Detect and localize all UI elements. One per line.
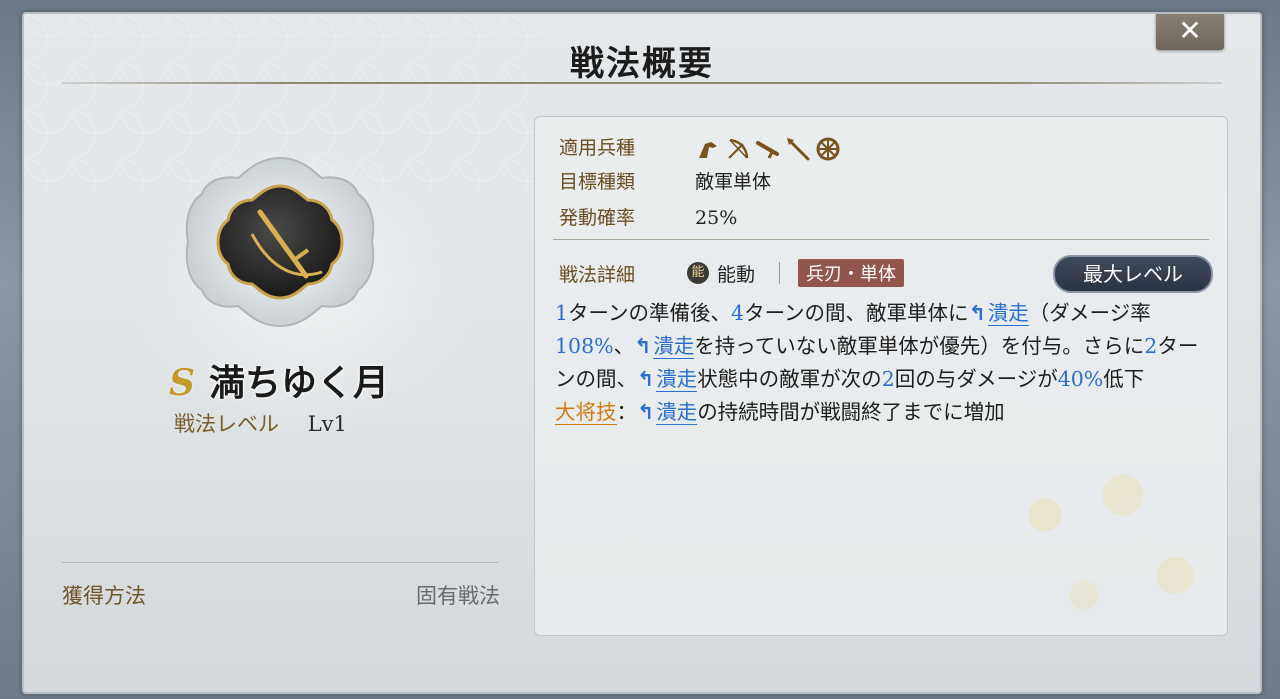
- desc-number: 2: [1144, 334, 1158, 358]
- desc-number: 4: [731, 301, 745, 325]
- desc-text: 低下: [1103, 367, 1145, 391]
- unit-type-label: 適用兵種: [559, 137, 636, 159]
- rout-effect-link[interactable]: 潰走: [656, 400, 698, 425]
- desc-text: ターンの準備後、: [568, 301, 732, 325]
- desc-text: （ダメージ率: [1028, 301, 1151, 325]
- spear-icon: [785, 136, 811, 162]
- rout-effect-link[interactable]: 潰走: [656, 367, 698, 392]
- rout-effect-icon: ↰: [968, 301, 986, 325]
- tactic-icon: [185, 156, 375, 328]
- gun-icon: [755, 136, 781, 162]
- close-button[interactable]: ✕: [1156, 14, 1224, 50]
- rout-effect-link[interactable]: 潰走: [987, 301, 1029, 326]
- desc-number: 2: [881, 367, 895, 391]
- rout-effect-link[interactable]: 潰走: [653, 334, 695, 359]
- panel-divider: [553, 239, 1209, 240]
- tactic-name-row: S 満ちゆく月: [24, 354, 534, 406]
- tactic-detail-panel: 適用兵種 目標種類 敵軍単体 発動確率 25% 戦法詳細 能 能動 兵刃・単体: [534, 116, 1228, 636]
- desc-text: 回の与ダメージが: [894, 367, 1058, 391]
- rout-effect-icon: ↰: [637, 400, 655, 424]
- activation-rate-value: 25%: [695, 207, 738, 229]
- tactic-name: 満ちゆく月: [208, 362, 389, 404]
- unit-type-row: 適用兵種: [559, 133, 841, 162]
- rout-effect-icon: ↰: [637, 367, 655, 391]
- target-type-label: 目標種類: [559, 171, 636, 193]
- level-value: Lv1: [307, 412, 347, 436]
- tactic-summary-dialog: 戦法概要 ✕ S 満ちゆく月 戦法レベル Lv1 獲得方法 固有戦法 適用兵種 …: [22, 12, 1262, 694]
- desc-text: の持続時間が戦闘終了までに増加: [697, 400, 1005, 424]
- active-type-icon: 能: [687, 262, 709, 284]
- desc-number: 108%: [555, 334, 614, 358]
- flower-decoration: [967, 435, 1227, 635]
- cavalry-icon: [695, 136, 721, 162]
- rout-effect-icon: ↰: [634, 334, 652, 358]
- tactic-description: 1ターンの準備後、4ターンの間、敵軍単体に↰潰走（ダメージ率108%、↰潰走を持…: [555, 297, 1215, 429]
- unit-type-icons: [695, 136, 841, 162]
- desc-text: 、: [613, 334, 635, 358]
- target-type-value: 敵軍単体: [695, 171, 772, 193]
- tactic-detail-row: 戦法詳細 能 能動 兵刃・単体: [559, 259, 905, 287]
- detail-label: 戦法詳細: [559, 263, 636, 286]
- tactic-emblem: [182, 154, 378, 330]
- desc-text: ：: [616, 400, 638, 424]
- detail-separator: [779, 262, 781, 284]
- desc-text: ターンの間、敵軍単体に: [744, 301, 969, 325]
- desc-text: 状態中の敵軍が次の: [697, 367, 882, 391]
- title-divider: [62, 82, 1222, 84]
- target-type-row: 目標種類 敵軍単体: [559, 167, 771, 194]
- bow-icon: [725, 136, 751, 162]
- active-type-value: 能動: [717, 263, 756, 286]
- desc-number: 40%: [1057, 367, 1104, 391]
- tactic-level-row: 戦法レベル Lv1: [174, 408, 347, 438]
- max-level-button[interactable]: 最大レベル: [1053, 255, 1213, 293]
- desc-text: を持っていない敵軍単体が優先）を付与。さらに: [694, 334, 1145, 358]
- dialog-title: 戦法概要: [570, 44, 714, 84]
- damage-type-tag: 兵刃・単体: [798, 259, 905, 287]
- tactic-rank: S: [168, 362, 195, 404]
- acquisition-label: 獲得方法: [62, 584, 146, 608]
- left-divider: [62, 562, 498, 563]
- level-label: 戦法レベル: [174, 412, 279, 436]
- acquisition-value: 固有戦法: [416, 584, 500, 608]
- activation-rate-label: 発動確率: [559, 207, 636, 229]
- general-skill-link[interactable]: 大将技: [555, 400, 617, 425]
- shield-icon: [815, 136, 841, 162]
- activation-rate-row: 発動確率 25%: [559, 203, 737, 230]
- desc-number: 1: [555, 301, 569, 325]
